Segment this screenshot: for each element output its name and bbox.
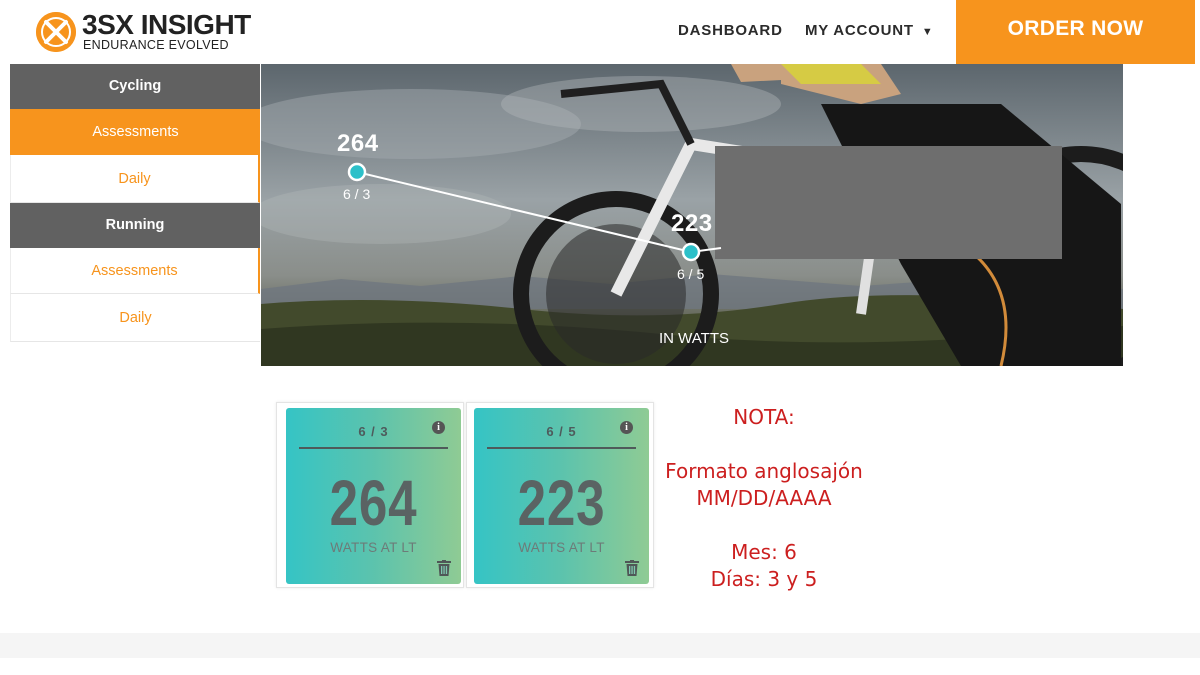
logo-tagline: ENDURANCE EVOLVED (83, 38, 229, 52)
note-line: MM/DD/AAAA (696, 486, 832, 510)
order-now-button[interactable]: ORDER NOW (956, 0, 1195, 64)
trash-icon[interactable] (437, 560, 451, 576)
trash-icon[interactable] (625, 560, 639, 576)
brand-logo[interactable]: 3SX INSIGHT ENDURANCE EVOLVED (36, 10, 251, 54)
card-watts-value: 264 (329, 467, 418, 539)
sidebar-item-cycling-daily[interactable]: Daily (10, 155, 260, 203)
assessment-card[interactable]: 6 / 3 i 264 WATTS AT LT (286, 408, 461, 584)
card-divider (487, 447, 636, 449)
footer-bar (0, 633, 1200, 658)
chart-unit-label: IN WATTS (659, 330, 729, 347)
logo-mark-icon (36, 12, 76, 52)
card-metric-label: WATTS AT LT (330, 540, 417, 555)
chart-data-point[interactable] (681, 242, 701, 262)
caret-down-icon: ▼ (921, 26, 934, 38)
card-metric-label: WATTS AT LT (518, 540, 605, 555)
card-divider (299, 447, 448, 449)
card-watts-value: 223 (517, 467, 606, 539)
sidebar-header-running: Running (10, 203, 260, 248)
logo-name: 3SX INSIGHT (82, 9, 251, 40)
chart-point-value: 264 (337, 130, 379, 157)
sidebar-item-running-assessments[interactable]: Assessments (10, 248, 260, 294)
assessment-card-wrapper[interactable]: 6 / 3 i 264 WATTS AT LT (276, 402, 464, 588)
note-line: Días: 3 y 5 (710, 567, 818, 591)
sidebar: Cycling Assessments Daily Running Assess… (10, 64, 260, 342)
sidebar-item-running-daily[interactable]: Daily (10, 294, 260, 342)
assessment-chart-hero: 264 6 / 3 223 6 / 5 IN WATTS (261, 64, 1123, 366)
chart-point-date: 6 / 3 (343, 186, 371, 202)
note-line: Mes: 6 (731, 540, 797, 564)
nav-my-account-menu[interactable]: MY ACCOUNT ▼ (805, 22, 934, 39)
note-line: Formato anglosajón (665, 459, 863, 483)
assessment-card[interactable]: 6 / 5 i 223 WATTS AT LT (474, 408, 649, 584)
app-root: 3SX INSIGHT ENDURANCE EVOLVED DASHBOARD … (0, 0, 1200, 675)
chart-point-value: 223 (671, 210, 713, 237)
nav-my-account-label: MY ACCOUNT (805, 22, 914, 39)
info-icon[interactable]: i (620, 421, 633, 434)
logo-figure-icon (36, 12, 76, 52)
sidebar-header-cycling: Cycling (10, 64, 260, 109)
chart-data-point[interactable] (347, 162, 367, 182)
assessment-card-wrapper[interactable]: 6 / 5 i 223 WATTS AT LT (466, 402, 654, 588)
note-title: NOTA: (733, 405, 795, 429)
chart-point-date: 6 / 5 (677, 266, 705, 282)
nav-dashboard-link[interactable]: DASHBOARD (678, 22, 783, 39)
annotation-note: NOTA: Formato anglosajón MM/DD/AAAA Mes:… (664, 404, 864, 593)
series-line (356, 171, 722, 254)
info-icon[interactable]: i (432, 421, 445, 434)
sidebar-item-cycling-assessments[interactable]: Assessments (10, 109, 260, 155)
